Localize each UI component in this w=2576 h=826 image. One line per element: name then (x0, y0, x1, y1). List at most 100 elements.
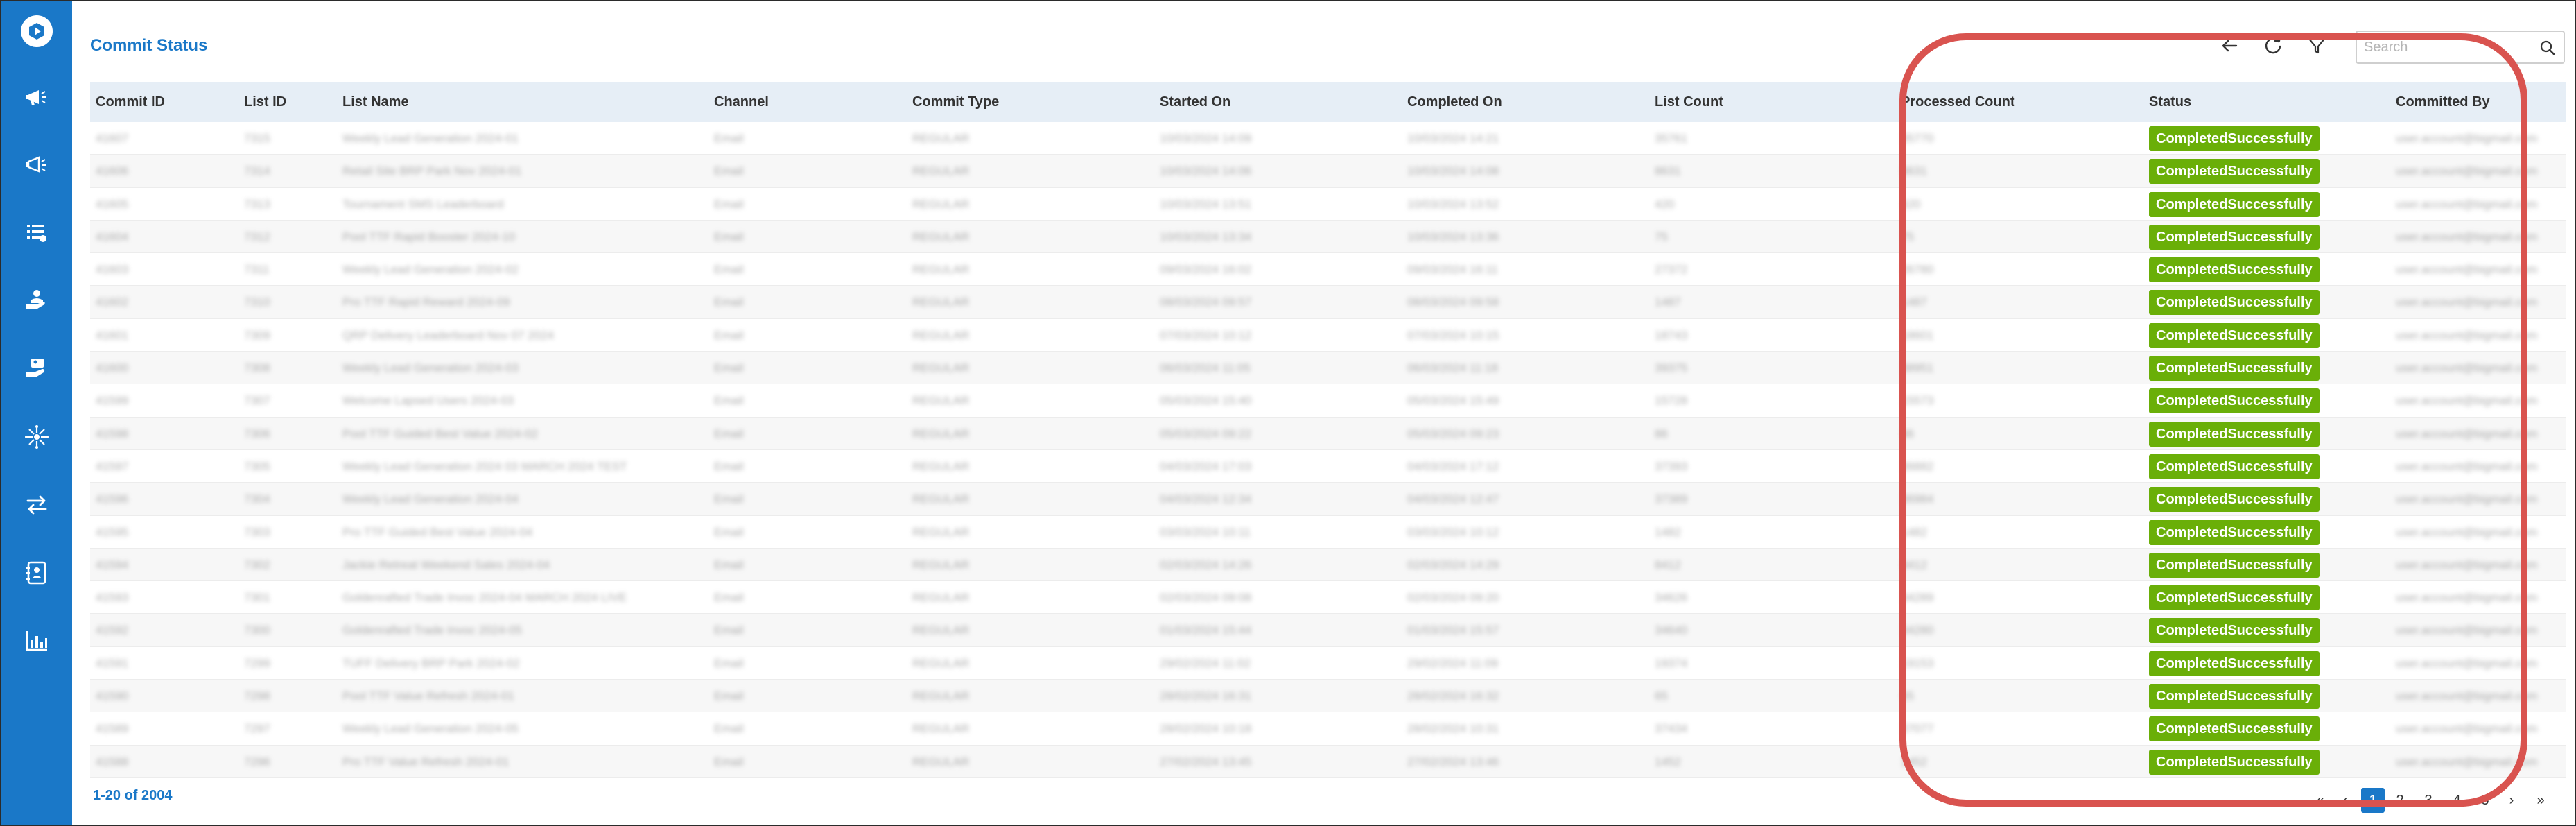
table-row[interactable]: 41593 7301 Goldenrafted Trade Invoc 2024-0… (90, 581, 2566, 614)
table-row[interactable]: 41594 7302 Jackie Retreat Weekend Sales 20… (90, 548, 2566, 582)
page-button-2[interactable]: 2 (2390, 788, 2410, 813)
table-row[interactable]: 41603 7311 Weekly Lead Generation 2024-02 E… (90, 253, 2566, 286)
cell-processed-count: 1452 (1901, 755, 1927, 768)
column-header-processed-count[interactable]: Processed Count (1901, 82, 2014, 122)
page-button-4[interactable]: 4 (2446, 788, 2467, 813)
table-row[interactable]: 41600 7308 Weekly Lead Generation 2024-03 E… (90, 352, 2566, 385)
table-row[interactable]: 41591 7299 TUFF Delivery BRP Park 2024-02 E… (90, 647, 2566, 680)
cell-committed-by: user.account@bigmail.com (2396, 132, 2538, 145)
sidebar-item-network[interactable] (1, 411, 72, 463)
cell-completed-on: 05/03/2024 09:23 (1407, 427, 1499, 440)
sidebar-item-transfer[interactable] (1, 479, 72, 531)
table-row[interactable]: 41605 7313 Tournament SMS Leaderboard Email… (90, 188, 2566, 221)
cell-committed-by: user.account@bigmail.com (2396, 230, 2538, 243)
cell-started-on: 09/03/2024 16:02 (1160, 263, 1252, 277)
search-icon[interactable] (2539, 39, 2557, 57)
column-header-status[interactable]: Status (2149, 82, 2191, 122)
cell-commit-type: REGULAR (912, 623, 970, 637)
cell-committed-by: user.account@bigmail.com (2396, 459, 2538, 473)
cell-list-id: 7296 (244, 755, 270, 768)
app-logo[interactable] (21, 15, 53, 47)
column-header-commit-type[interactable]: Commit Type (912, 82, 999, 122)
cell-started-on: 10/03/2024 14:06 (1160, 164, 1252, 178)
next-page-button[interactable]: › (2504, 788, 2519, 813)
cell-processed-count: 86 (1901, 427, 1914, 440)
cell-started-on: 29/02/2024 11:02 (1160, 656, 1251, 670)
column-header-committed-by[interactable]: Committed By (2396, 82, 2490, 122)
cell-processed-count: 8631 (1901, 164, 1927, 178)
page-button-3[interactable]: 3 (2418, 788, 2439, 813)
cell-list-name: Weekly Lead Generation 2024-04 (342, 492, 519, 506)
cell-list-count: 37389 (1655, 492, 1688, 506)
cell-list-name: Pool TTF Value Refresh 2024-01 (342, 689, 514, 703)
table-row[interactable]: 41601 7309 QRP Delivery Leaderboard Nov 07… (90, 319, 2566, 352)
back-arrow-icon[interactable] (2216, 32, 2243, 60)
cell-started-on: 07/03/2024 10:12 (1160, 328, 1252, 342)
page-button-5[interactable]: 5 (2475, 788, 2496, 813)
cell-list-id: 7307 (244, 394, 270, 408)
cell-completed-on: 07/03/2024 10:15 (1407, 328, 1499, 342)
column-header-list-name[interactable]: List Name (342, 82, 409, 122)
column-header-channel[interactable]: Channel (714, 82, 769, 122)
cell-list-id: 7309 (244, 328, 270, 342)
table-row[interactable]: 41598 7306 Pool TTF Guided Best Value 2024… (90, 417, 2566, 450)
column-header-completed-on[interactable]: Completed On (1407, 82, 1502, 122)
cell-commit-id: 41593 (96, 591, 129, 605)
cell-list-name: Weekly Lead Generation 2024-05 (342, 722, 519, 736)
cell-channel: Email (714, 525, 744, 539)
column-header-commit-id[interactable]: Commit ID (96, 82, 165, 122)
table-row[interactable]: 41604 7312 Pool TTF Rapid Booster 2024-10 E… (90, 220, 2566, 254)
sidebar-item-hand-user[interactable] (1, 275, 72, 327)
cell-processed-count: 15573 (1901, 394, 1934, 408)
cell-commit-id: 41598 (96, 427, 129, 440)
table-row[interactable]: 41592 7300 Goldenrafted Trade Invoc 2024-0… (90, 614, 2566, 647)
cell-completed-on: 01/03/2024 15:57 (1407, 623, 1499, 637)
last-page-button[interactable]: » (2532, 788, 2550, 813)
cell-list-count: 27372 (1655, 263, 1688, 277)
cell-channel: Email (714, 656, 744, 670)
cell-list-count: 8631 (1655, 164, 1681, 178)
cell-list-id: 7314 (244, 164, 270, 178)
cell-committed-by: user.account@bigmail.com (2396, 394, 2538, 408)
sidebar-item-hand-card[interactable] (1, 343, 72, 395)
sidebar-item-list[interactable] (1, 207, 72, 259)
table-row[interactable]: 41590 7298 Pool TTF Value Refresh 2024-01 E… (90, 680, 2566, 713)
cell-list-id: 7312 (244, 230, 270, 243)
column-header-list-id[interactable]: List ID (244, 82, 286, 122)
logo-icon (29, 23, 44, 40)
cell-started-on: 02/03/2024 09:08 (1160, 591, 1252, 605)
sidebar-item-bar-chart[interactable] (1, 614, 72, 667)
filter-icon[interactable] (2303, 32, 2331, 60)
table-row[interactable]: 41599 7307 Welcome Lapsed Users 2024-03 Ema… (90, 384, 2566, 418)
cell-channel: Email (714, 164, 744, 178)
cell-list-id: 7313 (244, 197, 270, 211)
cell-commit-id: 41600 (96, 361, 129, 375)
cell-processed-count: 36984 (1901, 492, 1934, 506)
sidebar-item-contact-card[interactable] (1, 547, 72, 599)
cell-started-on: 10/03/2024 13:34 (1160, 230, 1252, 243)
table-row[interactable]: 41602 7310 Pro TTF Rapid Reward 2024-09 Ema… (90, 286, 2566, 319)
table-row[interactable]: 41607 7315 Weekly Lead Generation 2024-01 E… (90, 122, 2566, 155)
cell-channel: Email (714, 689, 744, 703)
first-page-button[interactable]: « (2313, 788, 2328, 813)
sidebar-item-broadcast[interactable] (1, 139, 72, 191)
cell-committed-by: user.account@bigmail.com (2396, 623, 2538, 637)
cell-commit-type: REGULAR (912, 328, 970, 342)
page-button-1[interactable]: 1 (2361, 788, 2385, 813)
cell-commit-type: REGULAR (912, 197, 970, 211)
cell-completed-on: 06/03/2024 11:18 (1407, 361, 1499, 375)
column-header-started-on[interactable]: Started On (1160, 82, 1230, 122)
column-header-list-count[interactable]: List Count (1655, 82, 1723, 122)
table-row[interactable]: 41597 7305 Weekly Lead Generation 2024 03 … (90, 450, 2566, 483)
refresh-icon[interactable] (2259, 32, 2287, 60)
table-row[interactable]: 41596 7304 Weekly Lead Generation 2024-04 E… (90, 483, 2566, 516)
cell-processed-count: 75 (1901, 230, 1914, 243)
search-input[interactable] (2364, 37, 2530, 57)
prev-page-button[interactable]: ‹ (2338, 788, 2353, 813)
search-box[interactable] (2356, 31, 2565, 64)
table-row[interactable]: 41606 7314 Retail Site BRP Park Nov 2024-0… (90, 155, 2566, 188)
table-row[interactable]: 41588 7296 Pro TTF Value Refresh 2024-01 Em… (90, 745, 2566, 778)
sidebar-item-campaign[interactable] (1, 71, 72, 123)
table-row[interactable]: 41589 7297 Weekly Lead Generation 2024-05 E… (90, 712, 2566, 746)
table-row[interactable]: 41595 7303 Pro TTF Guided Best Value 2024-… (90, 516, 2566, 549)
